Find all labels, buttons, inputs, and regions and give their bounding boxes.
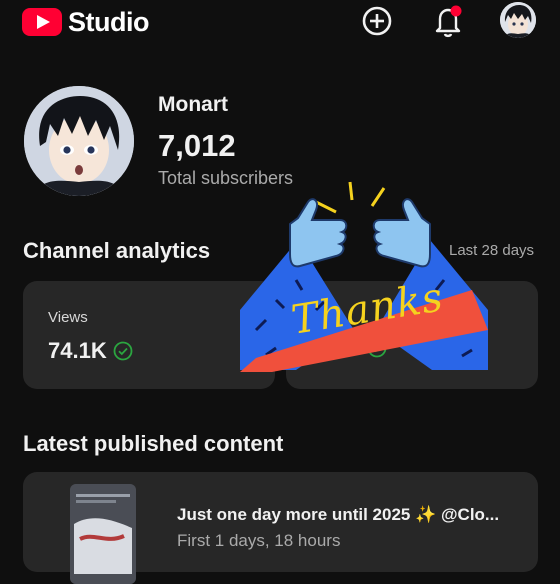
brand-text: Studio [68, 6, 149, 37]
latest-content-heading: Latest published content [23, 431, 284, 456]
channel-avatar-illustration [24, 86, 134, 196]
create-plus-icon [362, 6, 392, 36]
video-title[interactable]: Just one day more until 2025 ✨ @Clo... [177, 505, 499, 525]
notifications-button[interactable] [432, 2, 466, 40]
video-thumbnail[interactable] [70, 484, 136, 584]
avatar-illustration [500, 2, 536, 38]
analytics-heading: Channel analytics [23, 238, 211, 263]
video-stats: First 1 days, 18 hours [177, 531, 341, 550]
channel-name: Monart [158, 93, 228, 116]
notification-bell-icon [435, 5, 462, 38]
check-circle-icon [113, 341, 133, 361]
views-value: 74.1K [48, 338, 107, 363]
create-button[interactable] [360, 4, 394, 38]
account-avatar[interactable] [500, 2, 536, 38]
views-value-row: 74.1K [48, 338, 133, 364]
latest-video-card[interactable]: Just one day more until 2025 ✨ @Clo... F… [23, 472, 538, 584]
youtube-logo-icon [22, 8, 62, 36]
subscriber-count: 7,012 [158, 128, 236, 163]
thanks-sticker [240, 181, 488, 372]
channel-avatar[interactable] [24, 86, 134, 196]
thumbnail-image [70, 484, 136, 584]
youtube-studio-logo[interactable]: Studio [22, 4, 149, 40]
views-label: Views [48, 309, 88, 326]
